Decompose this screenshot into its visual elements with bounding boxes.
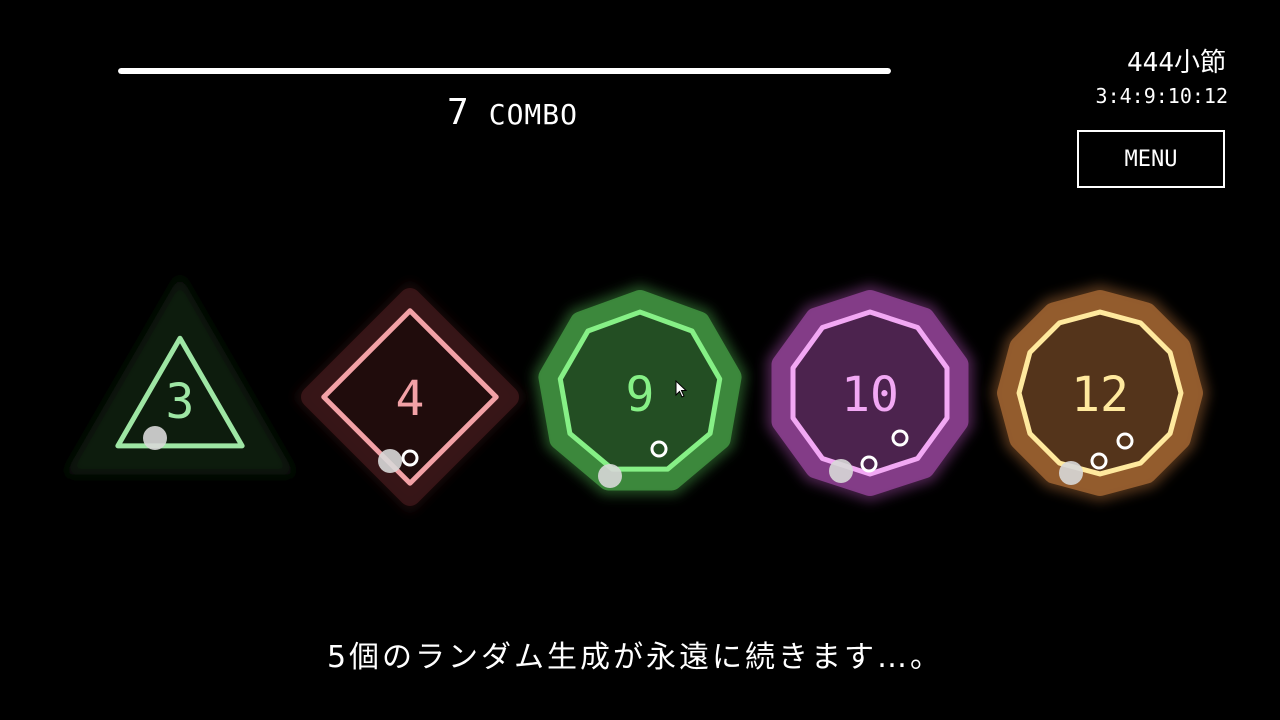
polygon-number: 9 [626, 367, 655, 423]
polygon-field: 3 4 9 10 12 [64, 274, 1209, 513]
mouse-cursor-icon [675, 380, 688, 398]
beat-ball [143, 426, 167, 450]
polygon-number: 10 [841, 367, 899, 423]
polygon-number: 12 [1071, 367, 1129, 423]
polygon-3: 3 [64, 274, 296, 475]
polygon-4: 4 [294, 281, 526, 513]
beat-ball [598, 464, 622, 488]
polygon-10: 10 [766, 284, 974, 502]
polygon-number: 4 [396, 371, 425, 427]
beat-ball [829, 459, 853, 483]
polygon-number: 3 [166, 374, 195, 430]
subtitle: 5個のランダム生成が永遠に続きます…。 [326, 640, 944, 675]
polygon-9: 9 [533, 284, 747, 496]
beat-ball [1059, 461, 1083, 485]
beat-ball [378, 449, 402, 473]
polygon-12: 12 [991, 284, 1209, 502]
